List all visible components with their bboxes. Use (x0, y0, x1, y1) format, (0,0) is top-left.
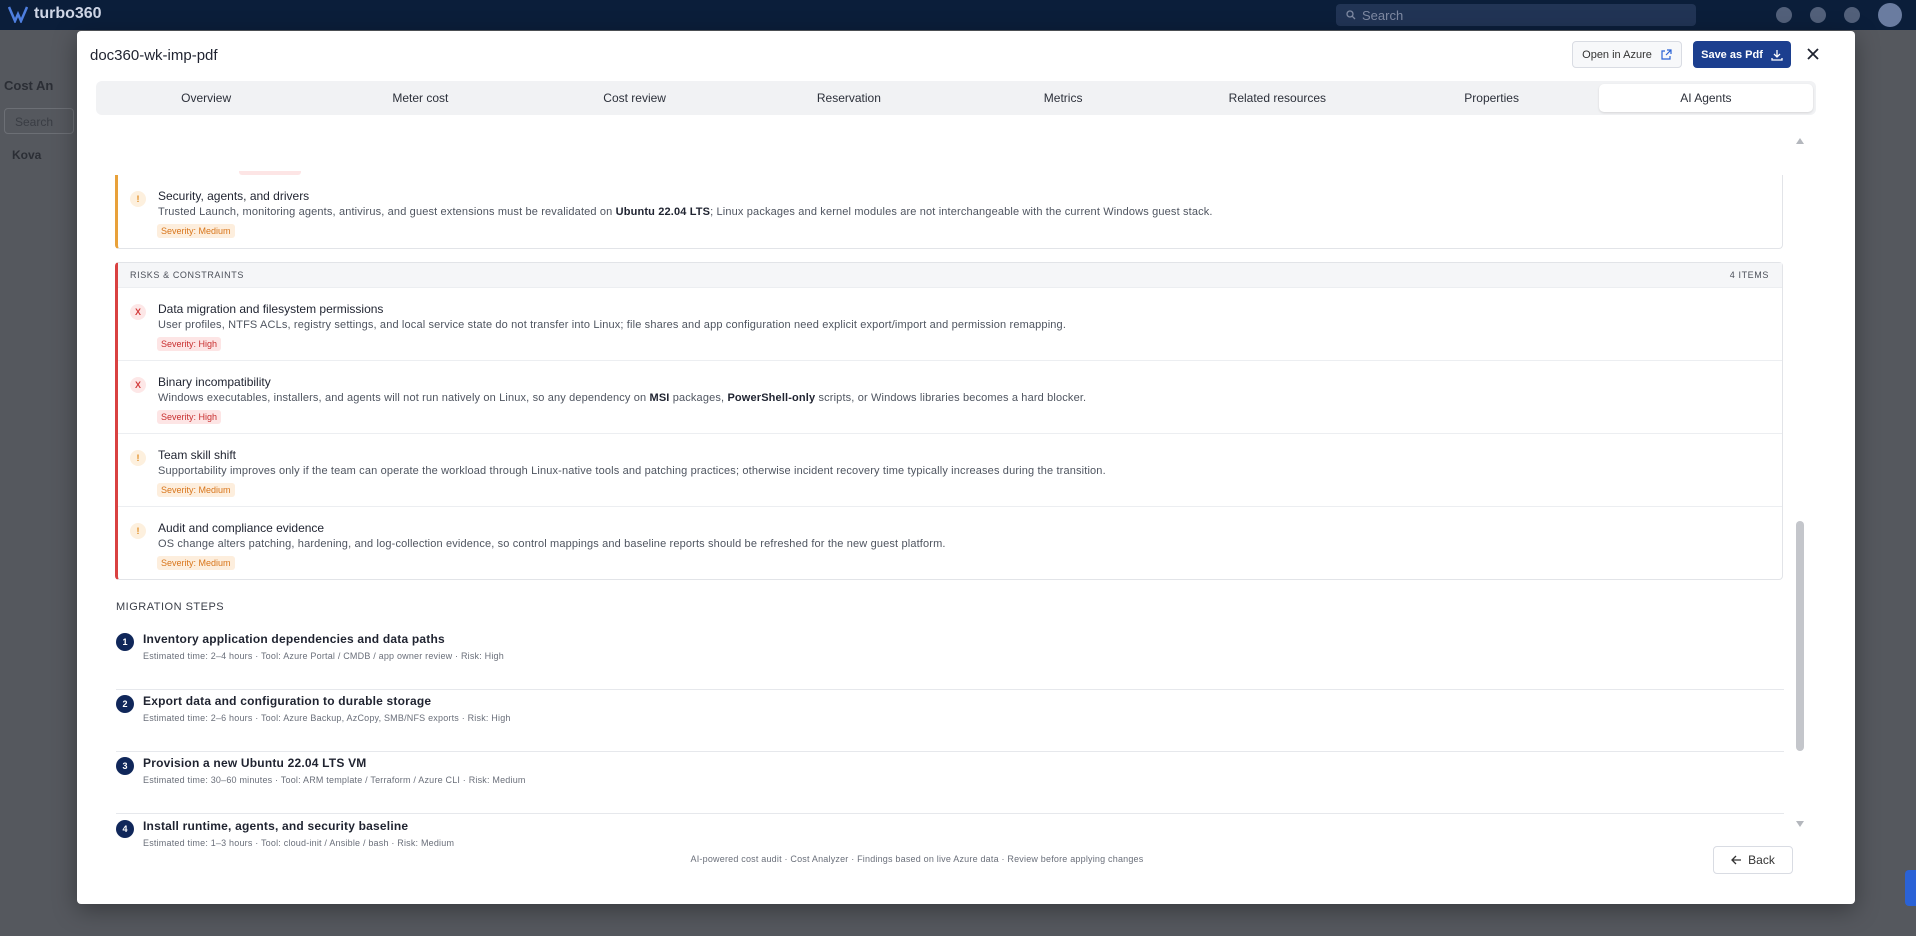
modal-title: doc360-wk-imp-pdf (90, 47, 218, 64)
content-scrollbar[interactable] (1794, 134, 1806, 831)
tab-metrics[interactable]: Metrics (956, 84, 1170, 112)
search-icon (1346, 10, 1356, 20)
risks-header: RISKS & CONSTRAINTS 4 ITEMS (118, 263, 1782, 288)
risk-item: ! Audit and compliance evidence OS chang… (118, 507, 1782, 580)
step-number: 1 (116, 633, 134, 651)
download-icon (1771, 49, 1783, 61)
close-icon[interactable] (1803, 44, 1823, 64)
risk-description: OS change alters patching, hardening, an… (158, 538, 946, 550)
risk-description: User profiles, NTFS ACLs, registry setti… (158, 319, 1067, 331)
migration-step: 4 Install runtime, agents, and security … (116, 815, 1784, 857)
save-as-pdf-button[interactable]: Save as Pdf (1693, 41, 1791, 68)
avatar[interactable] (1878, 3, 1902, 27)
step-meta: Estimated time: 2–4 hours · Tool: Azure … (143, 651, 504, 661)
finding-item: ! Security, agents, and drivers Trusted … (118, 175, 1782, 248)
risks-constraints-section: RISKS & CONSTRAINTS 4 ITEMS X Data migra… (115, 262, 1783, 580)
step-meta: Estimated time: 30–60 minutes · Tool: AR… (143, 775, 526, 785)
bell-icon[interactable] (1810, 7, 1826, 23)
open-in-azure-button[interactable]: Open in Azure (1572, 41, 1682, 68)
step-meta: Estimated time: 1–3 hours · Tool: cloud-… (143, 838, 455, 848)
warning-icon: ! (130, 523, 146, 539)
topbar-actions (1776, 3, 1902, 27)
resource-detail-modal: doc360-wk-imp-pdf Open in Azure Save as … (77, 31, 1855, 904)
step-number: 3 (116, 757, 134, 775)
severity-badge: Severity: Medium (157, 483, 235, 497)
tab-properties[interactable]: Properties (1385, 84, 1599, 112)
footer-note: AI-powered cost audit · Cost Analyzer · … (690, 854, 1144, 864)
tab-reservation[interactable]: Reservation (742, 84, 956, 112)
scrollbar-thumb[interactable] (1796, 521, 1804, 751)
scroll-down-arrow-icon[interactable] (1796, 821, 1804, 827)
step-title: Provision a new Ubuntu 22.04 LTS VM (143, 756, 367, 770)
risk-description: Supportability improves only if the team… (158, 465, 1106, 477)
risk-item: X Data migration and filesystem permissi… (118, 288, 1782, 361)
background-search-input: Search (4, 108, 74, 134)
risk-item: X Binary incompatibility Windows executa… (118, 361, 1782, 434)
risk-title: Team skill shift (158, 448, 237, 462)
warning-icon: ! (130, 191, 146, 207)
arrow-left-icon (1731, 855, 1742, 865)
scroll-up-arrow-icon[interactable] (1796, 138, 1804, 144)
risk-title: Data migration and filesystem permission… (158, 302, 384, 316)
step-meta: Estimated time: 2–6 hours · Tool: Azure … (143, 713, 511, 723)
step-title: Export data and configuration to durable… (143, 694, 432, 708)
finding-description: Trusted Launch, monitoring agents, antiv… (158, 206, 1213, 218)
step-number: 4 (116, 820, 134, 838)
app-name: turbo360 (34, 5, 102, 22)
global-search-input[interactable]: Search (1336, 4, 1696, 26)
finding-security-agents: ! Security, agents, and drivers Trusted … (115, 175, 1783, 249)
turbo360-logo-icon (8, 6, 28, 23)
save-as-pdf-label: Save as Pdf (1701, 48, 1763, 61)
error-x-icon: X (130, 377, 146, 393)
step-number: 2 (116, 695, 134, 713)
tab-meter-cost[interactable]: Meter cost (313, 84, 527, 112)
app-logo[interactable]: turbo360 (8, 5, 102, 23)
side-help-tab[interactable] (1905, 870, 1916, 906)
severity-badge: Severity: Medium (157, 224, 235, 238)
app-topbar: turbo360 Search (0, 0, 1916, 30)
risk-title: Audit and compliance evidence (158, 521, 325, 535)
migration-step: 3 Provision a new Ubuntu 22.04 LTS VM Es… (116, 752, 1784, 814)
finding-title: Security, agents, and drivers (158, 189, 310, 203)
tab-related-resources[interactable]: Related resources (1170, 84, 1384, 112)
background-breadcrumb: Cost An (4, 78, 54, 93)
step-title: Install runtime, agents, and security ba… (143, 819, 409, 833)
tab-cost-review[interactable]: Cost review (528, 84, 742, 112)
back-button[interactable]: Back (1713, 846, 1793, 874)
risks-count: 4 ITEMS (1729, 270, 1769, 280)
migration-step: 2 Export data and configuration to durab… (116, 690, 1784, 752)
tab-overview[interactable]: Overview (99, 84, 313, 112)
risk-item: ! Team skill shift Supportability improv… (118, 434, 1782, 507)
severity-badge: Severity: High (157, 410, 222, 424)
severity-badge: Severity: High (157, 337, 222, 351)
back-label: Back (1748, 853, 1775, 867)
megaphone-icon[interactable] (1776, 7, 1792, 23)
risks-heading: RISKS & CONSTRAINTS (130, 270, 244, 280)
risk-description: Windows executables, installers, and age… (158, 392, 1087, 404)
risk-title: Binary incompatibility (158, 375, 271, 389)
background-tree-item: Kova (12, 148, 42, 162)
global-search-placeholder: Search (1362, 7, 1404, 23)
migration-step: 1 Inventory application dependencies and… (116, 628, 1784, 690)
ai-agents-content[interactable]: ! Security, agents, and drivers Trusted … (77, 127, 1847, 857)
external-link-icon (1661, 48, 1672, 60)
open-in-azure-label: Open in Azure (1582, 48, 1652, 61)
warning-icon: ! (130, 450, 146, 466)
error-x-icon: X (130, 304, 146, 320)
gear-icon[interactable] (1844, 7, 1860, 23)
migration-steps-heading: MIGRATION STEPS (116, 601, 225, 613)
tab-ai-agents[interactable]: AI Agents (1598, 84, 1813, 112)
detail-tabs: Overview Meter cost Cost review Reservat… (96, 81, 1816, 115)
severity-badge: Severity: Medium (157, 556, 235, 570)
step-title: Inventory application dependencies and d… (143, 632, 445, 646)
